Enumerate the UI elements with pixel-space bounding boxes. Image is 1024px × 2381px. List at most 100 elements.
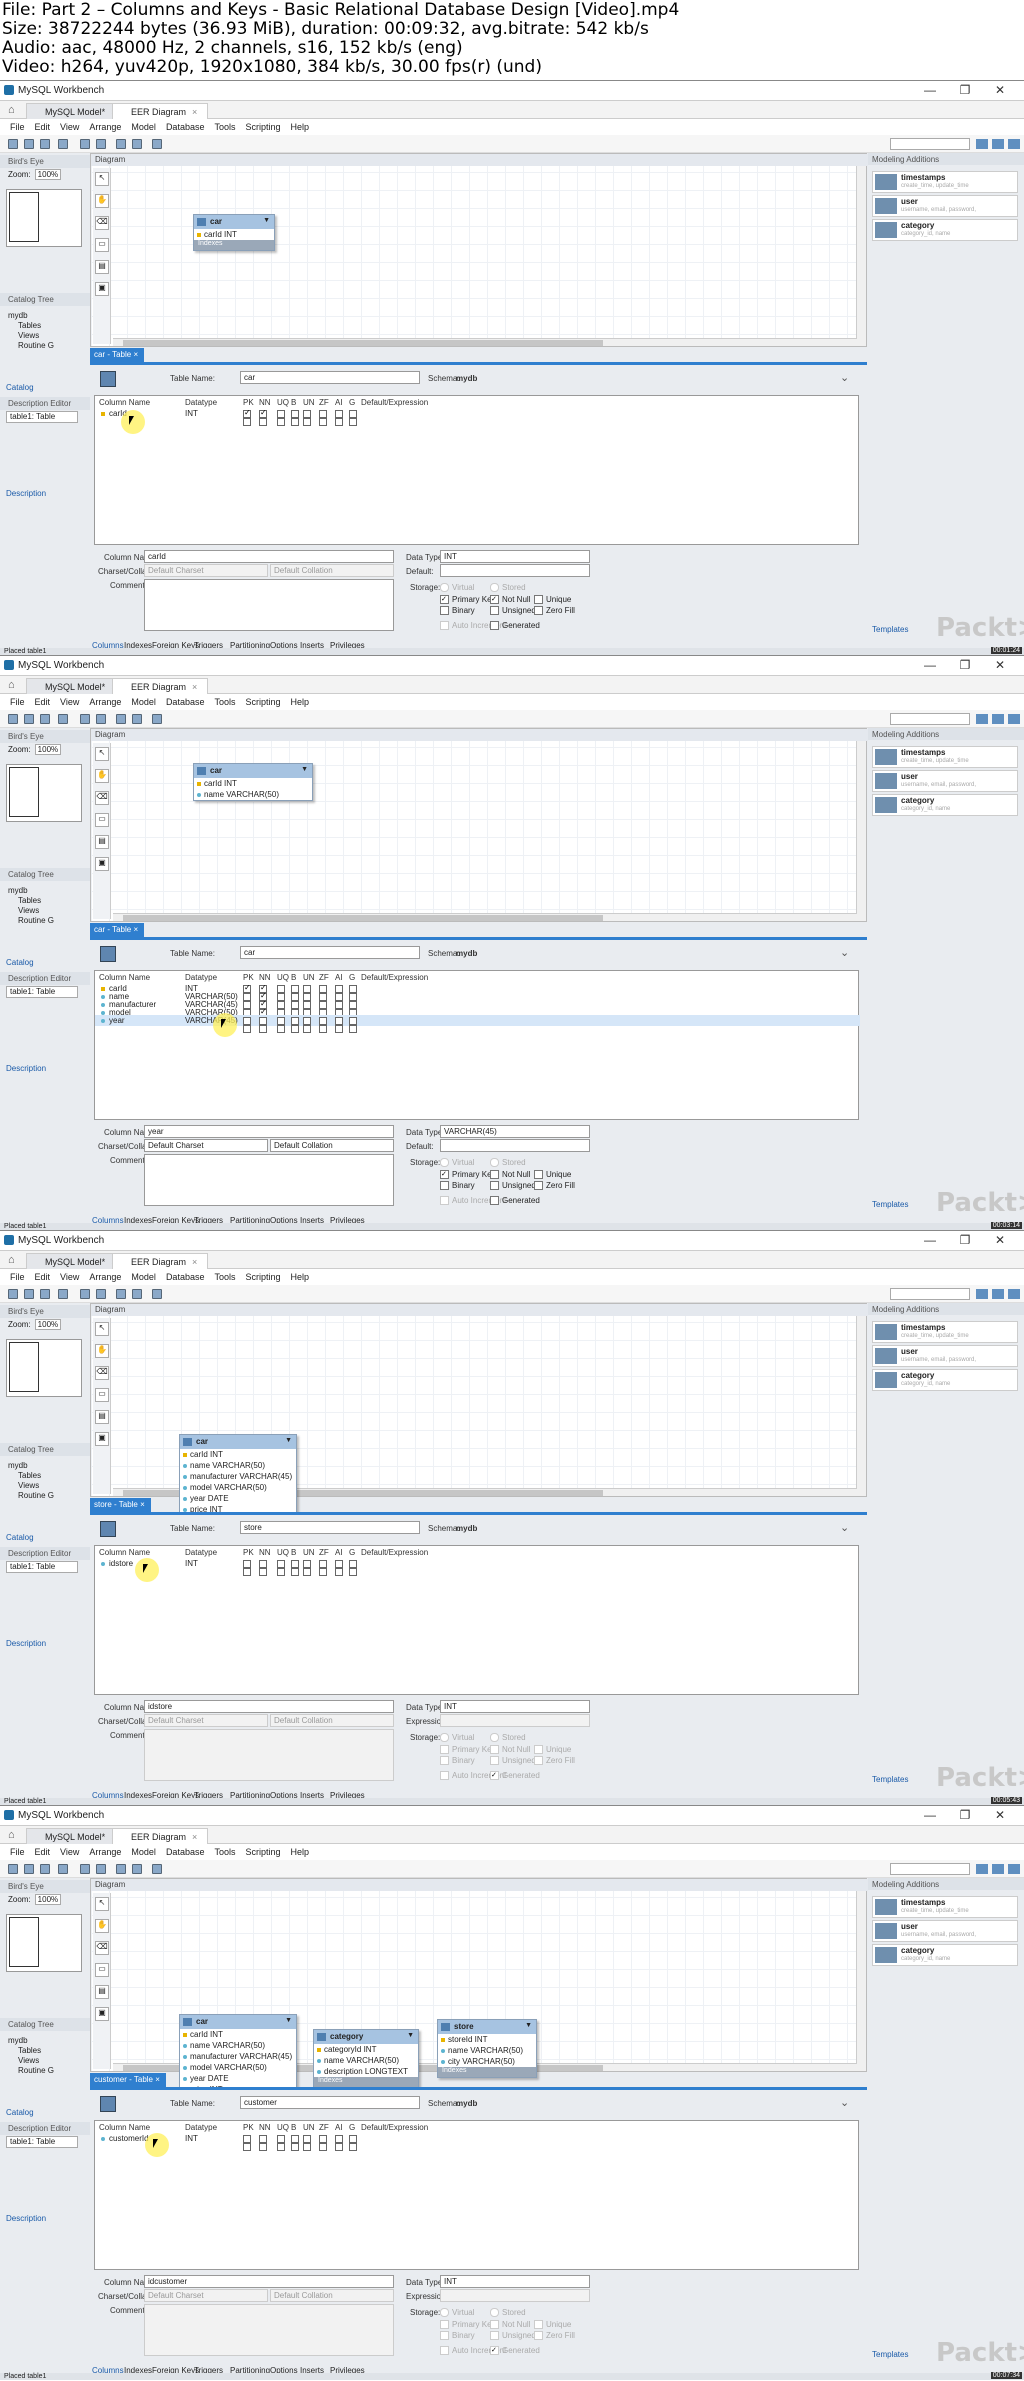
note-tool-icon[interactable]: ▤ [95, 1985, 109, 1999]
close-tab-icon[interactable]: × [192, 1832, 197, 1842]
menu-item[interactable]: Model [131, 1847, 156, 1857]
snippet-item[interactable]: user username, email, password, [872, 1920, 1018, 1942]
storage-virtual-radio[interactable]: Virtual [440, 2308, 475, 2317]
home-icon[interactable]: ⌂ [8, 104, 15, 116]
toolbar-button-icon[interactable] [58, 139, 68, 149]
close-tab-icon[interactable]: × [133, 350, 138, 359]
menu-item[interactable]: Arrange [89, 122, 121, 132]
diagram-vertical-scrollbar[interactable] [856, 1891, 866, 2071]
layout-toggle-icon[interactable] [1008, 1864, 1020, 1874]
layout-toggle-icon[interactable] [976, 714, 988, 724]
hand-tool-icon[interactable]: ✋ [95, 1344, 109, 1358]
menu-item[interactable]: Tools [214, 697, 235, 707]
layer-tool-icon[interactable]: ▭ [95, 1388, 109, 1402]
expand-arrow-icon[interactable]: ▼ [285, 1437, 292, 1444]
diagram-vertical-scrollbar[interactable] [856, 166, 866, 346]
layer-tool-icon[interactable]: ▭ [95, 238, 109, 252]
menu-item[interactable]: Scripting [245, 1847, 280, 1857]
toolbar-button-icon[interactable] [152, 139, 162, 149]
entity-table[interactable]: car ▼ carId INT name VARCHAR(50) [193, 763, 313, 801]
pointer-tool-icon[interactable]: ↖ [95, 172, 109, 186]
flag-checkbox[interactable] [291, 418, 299, 426]
image-tool-icon[interactable]: ▣ [95, 282, 109, 296]
note-tool-icon[interactable]: ▤ [95, 835, 109, 849]
comments-textarea[interactable] [144, 579, 394, 631]
toolbar-button-icon[interactable] [132, 1864, 142, 1874]
menu-item[interactable]: View [60, 1272, 79, 1282]
minimize-icon[interactable]: — [920, 1233, 940, 1247]
flag-checkbox[interactable] [303, 1025, 311, 1033]
flag-checkbox[interactable] [291, 1568, 299, 1576]
flag-checkbox[interactable] [243, 1568, 251, 1576]
flag-checkbox[interactable] [277, 418, 285, 426]
flag-checkbox[interactable] [319, 1568, 327, 1576]
menu-item[interactable]: Tools [214, 1847, 235, 1857]
flag-checkbox[interactable] [303, 418, 311, 426]
maximize-icon[interactable]: ❐ [955, 83, 975, 97]
flag-checkbox[interactable] [277, 1568, 285, 1576]
eraser-tool-icon[interactable]: ⌫ [95, 1941, 109, 1955]
toolbar-button-icon[interactable] [80, 1289, 90, 1299]
unique-checkbox[interactable]: Unique [534, 595, 571, 604]
layout-toggle-icon[interactable] [992, 714, 1004, 724]
binary-checkbox[interactable]: Binary [440, 1181, 475, 1190]
expand-arrow-icon[interactable]: ▼ [525, 2022, 532, 2029]
birds-eye-view[interactable] [6, 764, 82, 822]
layout-toggle-icon[interactable] [976, 1864, 988, 1874]
tree-item-mydb[interactable]: mydb [8, 886, 54, 896]
eraser-tool-icon[interactable]: ⌫ [95, 216, 109, 230]
zoom-input[interactable]: 100% [34, 1319, 61, 1330]
birds-eye-view[interactable] [6, 189, 82, 247]
layout-toggle-icon[interactable] [1008, 139, 1020, 149]
menu-item[interactable]: File [10, 1847, 25, 1857]
eraser-tool-icon[interactable]: ⌫ [95, 791, 109, 805]
data-type-input[interactable]: VARCHAR(45) [440, 1125, 590, 1138]
flag-checkbox[interactable] [349, 418, 357, 426]
storage-stored-radio[interactable]: Stored [490, 2308, 526, 2317]
entity-table[interactable]: car ▼ carId INT name VARCHAR(50) manufacture… [179, 2014, 297, 2096]
column-name-input[interactable]: year [144, 1125, 394, 1138]
zero-fill-checkbox[interactable]: Zero Fill [534, 606, 575, 615]
toolbar-button-icon[interactable] [132, 139, 142, 149]
tree-item-tables[interactable]: Tables [8, 2046, 54, 2056]
birds-eye-view[interactable] [6, 1914, 82, 1972]
menu-item[interactable]: View [60, 697, 79, 707]
flag-checkbox[interactable] [303, 2143, 311, 2151]
menu-item[interactable]: Database [166, 1272, 205, 1282]
data-type-input[interactable]: INT [440, 550, 590, 563]
tree-item-mydb[interactable]: mydb [8, 2036, 54, 2046]
menu-item[interactable]: View [60, 1847, 79, 1857]
tree-item-views[interactable]: Views [8, 331, 54, 341]
menu-item[interactable]: Scripting [245, 122, 280, 132]
table-name-input[interactable]: car [240, 946, 420, 959]
close-tab-icon[interactable]: × [192, 1257, 197, 1267]
layout-toggle-icon[interactable] [992, 139, 1004, 149]
default-expression-input[interactable] [440, 564, 590, 577]
column-name-input[interactable]: idstore [144, 1700, 394, 1713]
description-tab[interactable]: Description [6, 2214, 46, 2223]
close-icon[interactable]: ✕ [990, 1808, 1010, 1822]
default-expression-input[interactable] [440, 1714, 590, 1727]
flag-checkbox[interactable] [349, 1568, 357, 1576]
primary-key-checkbox[interactable]: Primary Key [440, 1170, 496, 1179]
primary-key-checkbox[interactable]: Primary Key [440, 595, 496, 604]
toolbar-button-icon[interactable] [24, 139, 34, 149]
toolbar-search-input[interactable] [890, 1863, 970, 1875]
tree-item-routines[interactable]: Routine G [8, 916, 54, 926]
menu-item[interactable]: Arrange [89, 1847, 121, 1857]
flag-checkbox[interactable] [259, 2143, 267, 2151]
toolbar-button-icon[interactable] [8, 1864, 18, 1874]
flag-checkbox[interactable] [335, 1025, 343, 1033]
maximize-icon[interactable]: ❐ [955, 1808, 975, 1822]
hand-tool-icon[interactable]: ✋ [95, 769, 109, 783]
menu-item[interactable]: Database [166, 697, 205, 707]
collation-select[interactable]: Default Collation [270, 1714, 394, 1727]
image-tool-icon[interactable]: ▣ [95, 1432, 109, 1446]
comments-textarea[interactable] [144, 2304, 394, 2356]
menu-item[interactable]: Arrange [89, 1272, 121, 1282]
zero-fill-checkbox[interactable]: Zero Fill [534, 1756, 575, 1765]
entity-table[interactable]: car ▼ carId INT name VARCHAR(50) manufacture… [179, 1434, 297, 1516]
table-editor-tab[interactable]: store - Table × [90, 1498, 151, 1512]
not-null-checkbox[interactable]: Not Null [490, 595, 530, 604]
diagram-vertical-scrollbar[interactable] [856, 1316, 866, 1496]
